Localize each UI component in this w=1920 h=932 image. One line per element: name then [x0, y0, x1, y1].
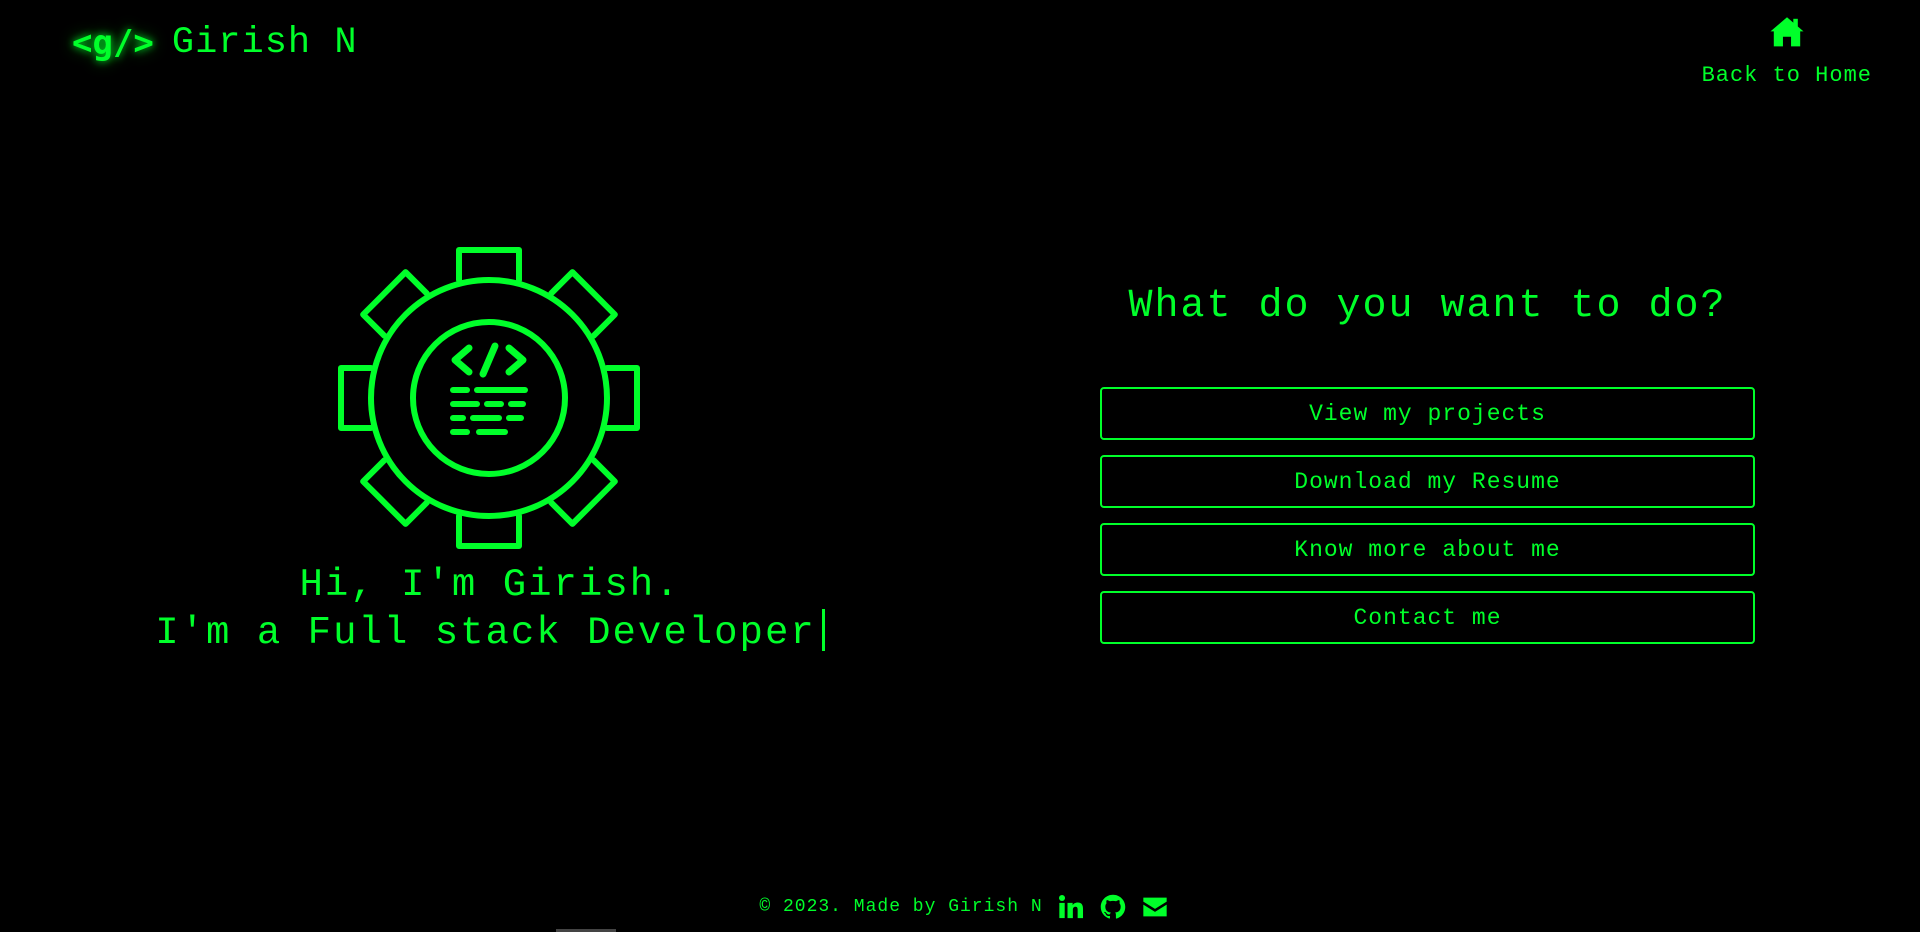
- linkedin-icon[interactable]: [1057, 893, 1085, 921]
- about-me-button[interactable]: Know more about me: [1100, 523, 1755, 576]
- hero-line-role: I'm a Full stack Developer: [0, 609, 980, 657]
- site-logo: <g/>: [72, 23, 154, 63]
- hero-line-intro: Hi, I'm Girish.: [299, 563, 681, 607]
- email-icon[interactable]: [1141, 893, 1169, 921]
- view-projects-button[interactable]: View my projects: [1100, 387, 1755, 440]
- hero-greeting: Hi, I'm Girish. I'm a Full stack Develop…: [0, 562, 980, 657]
- site-owner-name: Girish N: [171, 22, 358, 64]
- action-panel: What do you want to do? View my projects…: [1100, 284, 1755, 659]
- hero-role-text: I'm a Full stack Developer: [155, 611, 816, 655]
- footer: © 2023. Made by Girish N: [0, 893, 1920, 921]
- home-icon: [1769, 14, 1805, 55]
- download-resume-button[interactable]: Download my Resume: [1100, 455, 1755, 508]
- brand[interactable]: <g/> Girish N: [72, 22, 358, 64]
- back-to-home-link[interactable]: Back to Home: [1702, 14, 1872, 88]
- back-to-home-label: Back to Home: [1701, 63, 1872, 88]
- action-question: What do you want to do?: [1128, 284, 1727, 329]
- contact-button[interactable]: Contact me: [1100, 591, 1755, 644]
- footer-copyright: © 2023. Made by Girish N: [759, 897, 1043, 917]
- typing-cursor: [821, 609, 825, 651]
- hero-section: Hi, I'm Girish. I'm a Full stack Develop…: [0, 240, 980, 657]
- code-gear-icon: [331, 247, 647, 556]
- github-icon[interactable]: [1099, 893, 1127, 921]
